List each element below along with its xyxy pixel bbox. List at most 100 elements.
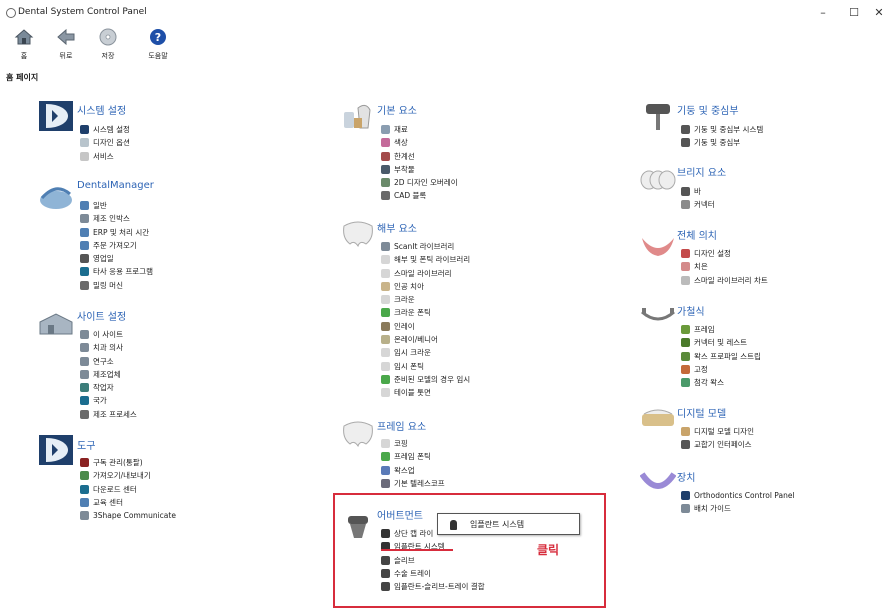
category-item-link[interactable]: 인레이 xyxy=(381,320,470,333)
basic-elements-icon[interactable] xyxy=(340,100,376,132)
category-item-link[interactable]: 스마일 라이브러리 xyxy=(381,267,470,280)
category-item-link[interactable]: 국가 xyxy=(80,394,137,407)
category-item-link[interactable]: 임시 폰틱 xyxy=(381,360,470,373)
category-item-link[interactable]: 가져오기/내보내기 xyxy=(80,469,176,482)
category-item-link[interactable]: 기본 텔레스코프 xyxy=(381,477,445,490)
category-item-link[interactable]: 교육 센터 xyxy=(80,496,176,509)
frame-elements-icon[interactable] xyxy=(340,418,376,450)
category-item-link[interactable]: 제조 인박스 xyxy=(80,212,153,225)
back-button[interactable]: 뒤로 xyxy=(46,27,86,65)
category-item-link[interactable]: 일반 xyxy=(80,199,153,212)
category-item-link[interactable]: ScanIt 라이브러리 xyxy=(381,240,470,253)
digital-model-icon[interactable] xyxy=(640,402,676,434)
category-item-link[interactable]: 임시 크라운 xyxy=(381,346,470,359)
category-item-link[interactable]: 타사 응용 프로그램 xyxy=(80,265,153,278)
category-item-link[interactable]: 크라운 xyxy=(381,293,470,306)
home-button[interactable]: 홈 xyxy=(4,27,44,65)
category-title[interactable]: 장치 xyxy=(677,469,695,484)
category-item-link[interactable]: 제조 프로세스 xyxy=(80,408,137,421)
category-item-link[interactable]: 배치 가이드 xyxy=(681,502,795,515)
category-item-link[interactable]: 연구소 xyxy=(80,355,137,368)
category-item-link[interactable]: 부착물 xyxy=(381,163,458,176)
category-item-link[interactable]: 고정 xyxy=(681,363,761,376)
category-title[interactable]: 해부 요소 xyxy=(377,220,417,235)
category-item-link[interactable]: 제조업체 xyxy=(80,368,137,381)
category-title[interactable]: DentalManager xyxy=(77,180,154,191)
category-item-link[interactable]: 커넥터 xyxy=(681,198,715,211)
item-label: 연구소 xyxy=(93,356,114,366)
dental-manager-icon[interactable] xyxy=(38,180,74,212)
category-item-link[interactable]: 기둥 및 중심부 xyxy=(681,136,763,149)
category-item-link[interactable]: 준비된 모델의 경우 임시 xyxy=(381,373,470,386)
category-item-link[interactable]: 영업일 xyxy=(80,252,153,265)
category-title[interactable]: 브리지 요소 xyxy=(677,164,726,179)
category-item-link[interactable]: 스마일 라이브러리 차트 xyxy=(681,274,768,287)
category-item-link[interactable]: 디자인 설정 xyxy=(681,247,768,260)
item-icon xyxy=(681,325,690,334)
category-item-link[interactable]: 디자인 옵션 xyxy=(80,136,130,149)
item-label: 코핑 xyxy=(394,439,408,448)
category-item-link[interactable]: 색상 xyxy=(381,136,458,149)
category-item-link[interactable]: 프레임 xyxy=(681,323,761,336)
implant-system-popup[interactable]: 임플란트 시스템 xyxy=(437,513,580,535)
category-title[interactable]: 시스템 설정 xyxy=(77,102,126,117)
save-button[interactable]: 저장 xyxy=(88,27,128,65)
category-title[interactable]: 사이트 설정 xyxy=(77,308,126,323)
category-item-link[interactable]: 인공 치아 xyxy=(381,280,470,293)
category-title[interactable]: 프레임 요소 xyxy=(377,418,426,433)
category-title[interactable]: 도구 xyxy=(77,437,95,452)
category-item-link[interactable]: 2D 디자인 오버레이 xyxy=(381,176,458,189)
category-item-link[interactable]: ERP 및 처리 시간 xyxy=(80,226,153,239)
category-title[interactable]: 전체 의치 xyxy=(677,227,717,242)
tools-icon[interactable] xyxy=(38,434,74,466)
system-settings-icon[interactable] xyxy=(38,100,74,132)
close-button[interactable]: ✕ xyxy=(864,3,890,23)
help-button[interactable]: ? 도움말 xyxy=(138,27,178,65)
category-item-link[interactable]: 주문 가져오기 xyxy=(80,239,153,252)
item-label: 디자인 옵션 xyxy=(93,138,130,148)
category-item-link[interactable]: 커넥터 및 레스트 xyxy=(681,336,761,349)
category-item-link[interactable]: 재료 xyxy=(381,123,458,136)
category-item-link[interactable]: 이 사이트 xyxy=(80,328,137,341)
category-item-link[interactable]: 밀링 머신 xyxy=(80,279,153,292)
category-item-link[interactable]: 왁스 프로파일 스트립 xyxy=(681,350,761,363)
category-item-link[interactable]: 한계선 xyxy=(381,150,458,163)
category-item-link[interactable]: 구독 관리(통팔) xyxy=(80,456,176,469)
category-item-link[interactable]: 첨각 왁스 xyxy=(681,376,761,389)
minimize-button[interactable]: – xyxy=(808,3,838,23)
category-item-link[interactable]: 서비스 xyxy=(80,150,130,163)
category-item-link[interactable]: 프레임 폰틱 xyxy=(381,450,445,463)
category-item-link[interactable]: CAD 블록 xyxy=(381,189,458,202)
category-item-link[interactable]: 치은 xyxy=(681,260,768,273)
category-item-link[interactable]: Orthodontics Control Panel xyxy=(681,489,795,502)
item-label: 크라운 폰틱 xyxy=(394,308,431,318)
category-item-link[interactable]: 다운로드 센터 xyxy=(80,483,176,496)
category-item-link[interactable]: 3Shape Communicate xyxy=(80,509,176,522)
category-title[interactable]: 기본 요소 xyxy=(377,102,417,117)
category-item-link[interactable]: 크라운 폰틱 xyxy=(381,306,470,319)
category-item-link[interactable]: 시스템 설정 xyxy=(80,123,130,136)
category-item-link[interactable]: 코핑 xyxy=(381,437,445,450)
category-item-link[interactable]: 해부 및 폰틱 라이브러리 xyxy=(381,253,470,266)
full-denture-icon[interactable] xyxy=(640,228,676,260)
bridge-elements-icon[interactable] xyxy=(640,164,676,196)
category-item-link[interactable]: 작업자 xyxy=(80,381,137,394)
appliance-icon[interactable] xyxy=(639,466,677,498)
category-item-link[interactable]: 기둥 및 중심부 시스템 xyxy=(681,123,763,136)
site-settings-icon[interactable] xyxy=(38,308,74,340)
category-title[interactable]: 디지털 모델 xyxy=(677,405,726,420)
category-item-link[interactable]: 테이블 톳면 xyxy=(381,386,470,399)
anatomy-elements-icon[interactable] xyxy=(340,218,376,250)
removable-icon[interactable] xyxy=(640,300,676,332)
category-item-link[interactable]: 교합기 인터페이스 xyxy=(681,438,754,451)
category-item-link[interactable]: 디지털 모델 디자인 xyxy=(681,425,754,438)
category-item-link[interactable]: 치과 의사 xyxy=(80,341,137,354)
category-title[interactable]: 가철식 xyxy=(677,303,705,318)
item-label: ScanIt 라이브러리 xyxy=(394,242,455,251)
category-item-link[interactable]: 바 xyxy=(681,185,715,198)
category-item-link[interactable]: 온레이/베니어 xyxy=(381,333,470,346)
post-core-icon[interactable] xyxy=(640,100,676,132)
item-label: 인레이 xyxy=(394,321,415,331)
category-title[interactable]: 기둥 및 중심부 xyxy=(677,102,739,117)
category-item-link[interactable]: 왁스업 xyxy=(381,464,445,477)
